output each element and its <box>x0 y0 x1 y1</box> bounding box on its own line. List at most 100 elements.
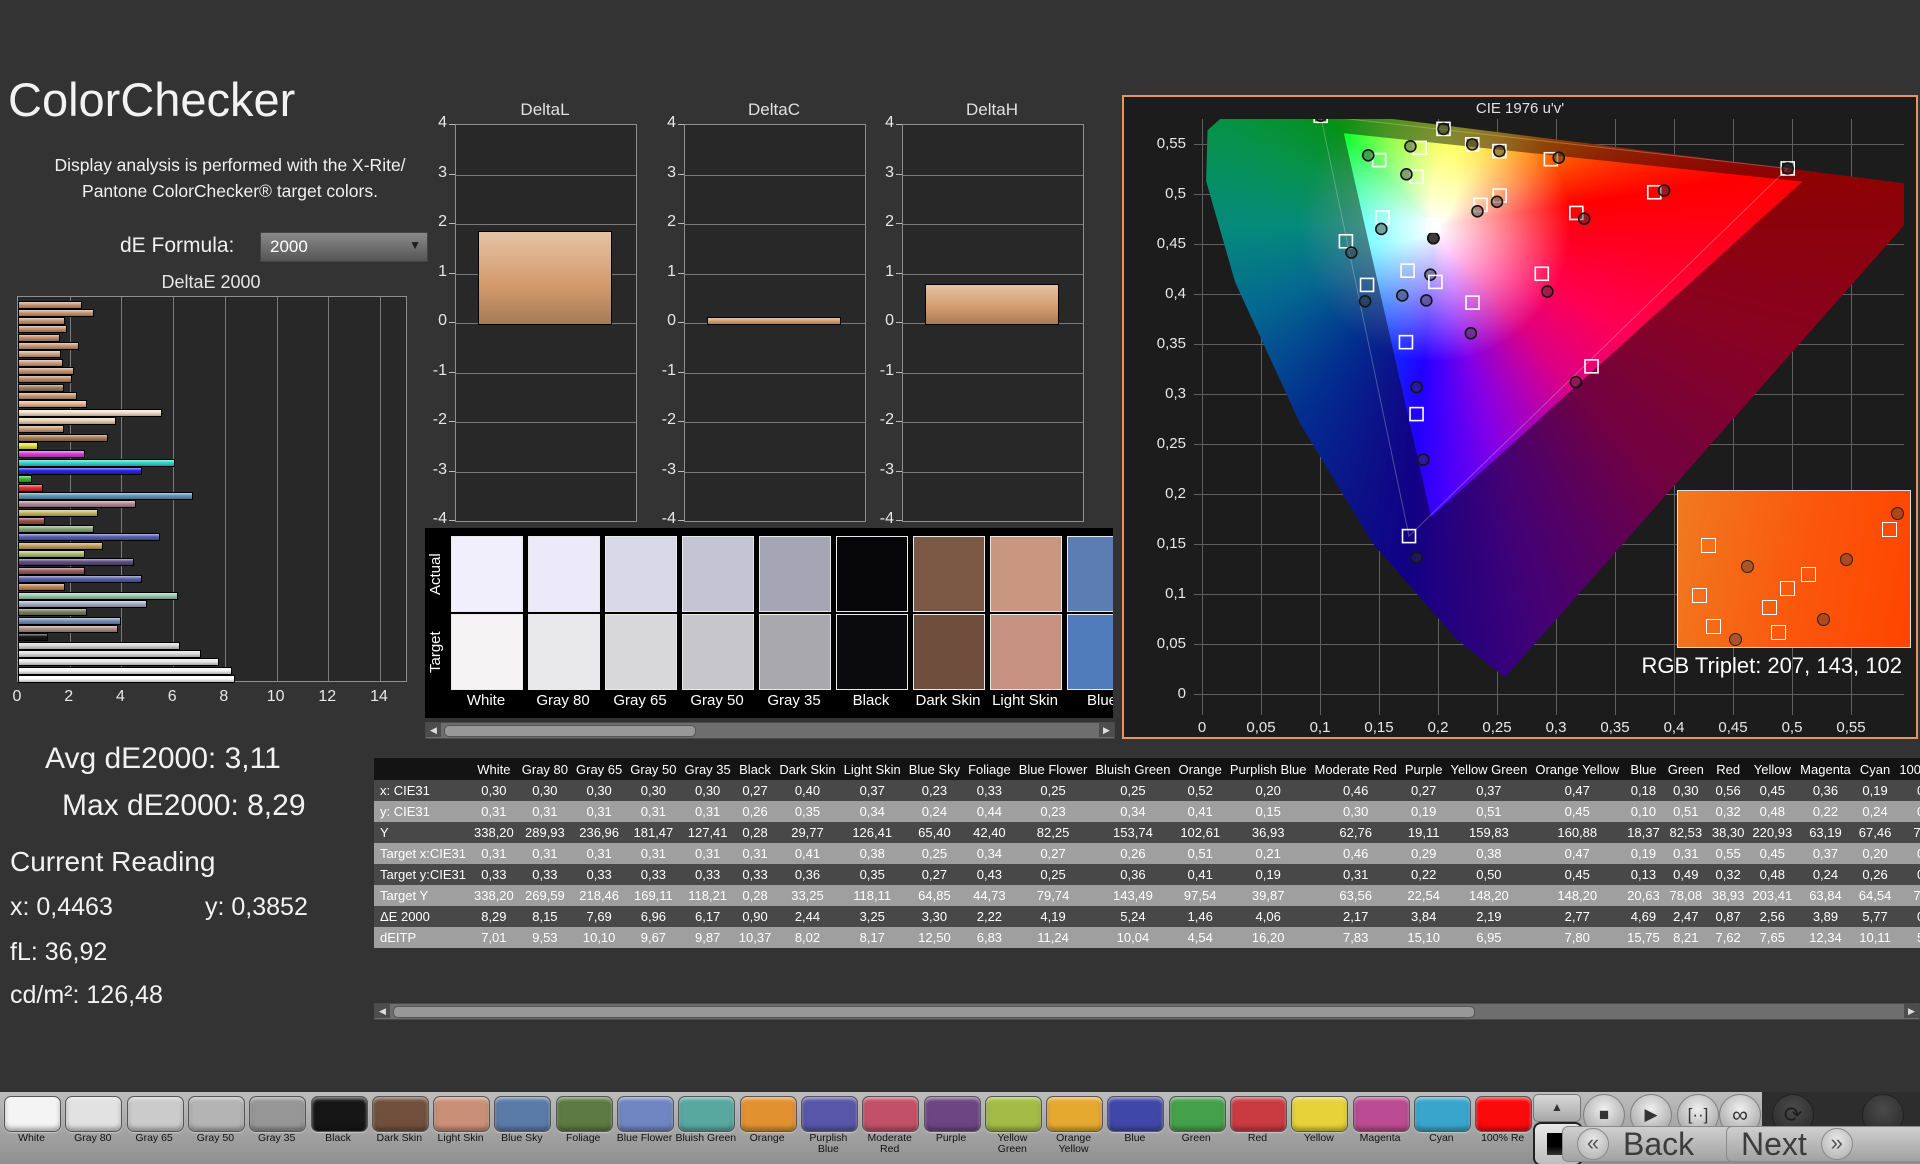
table-cell: 0,30 <box>694 783 721 798</box>
patch-button[interactable] <box>494 1096 552 1132</box>
de-chart-title: DeltaE 2000 <box>161 272 261 292</box>
patch-button[interactable] <box>555 1096 613 1132</box>
patch-button[interactable] <box>800 1096 858 1132</box>
patch-button[interactable] <box>617 1096 674 1132</box>
measured-marker <box>1465 138 1479 151</box>
de-x-tick: 12 <box>318 688 337 705</box>
cie-diagram: CIE 1976 u'v' 0 0,05 0,1 0,15 0,2 0,25 0,3 0,35… <box>1122 95 1918 739</box>
arrow-up-icon: ▲ <box>1551 1100 1563 1114</box>
de-bar <box>18 308 94 317</box>
table-cell: 18,37 <box>1627 825 1660 840</box>
cie-x-tick: 0,2 <box>1427 719 1449 736</box>
patch-button[interactable] <box>126 1096 184 1132</box>
inset-target-marker <box>1882 522 1898 538</box>
table-cell: 0,30 <box>481 783 507 798</box>
patch-button[interactable] <box>433 1096 491 1132</box>
de-bar <box>18 575 142 584</box>
target-swatch <box>605 614 677 690</box>
scroll-up-button[interactable]: ▲ <box>1533 1094 1581 1122</box>
delta-chart-plot <box>455 124 637 522</box>
delta-y-tick: -3 <box>661 460 676 478</box>
table-cell: 6,17 <box>694 909 721 924</box>
delta-gridline <box>456 422 636 423</box>
inset-measured-marker <box>1729 632 1743 646</box>
patch-button[interactable] <box>984 1096 1042 1132</box>
de-formula-dropdown[interactable]: 2000 ▼ <box>260 232 428 262</box>
table-cell: 10,04 <box>1116 930 1150 945</box>
next-button[interactable]: Next » <box>1726 1126 1920 1162</box>
de-bar <box>18 466 142 475</box>
table-scrollbar[interactable]: ◀ ▶ <box>374 1003 1920 1020</box>
table-cell: 10,11 <box>1859 930 1891 945</box>
delta-bar <box>707 317 841 325</box>
patch-button[interactable] <box>1413 1096 1471 1132</box>
delta-tick-mark <box>449 470 455 472</box>
scroll-right-icon[interactable]: ▶ <box>1099 723 1114 737</box>
patch-button[interactable] <box>1168 1096 1226 1132</box>
description-line2: Pantone ColorChecker® target colors. <box>82 181 378 201</box>
table-column-header: Purplish Blue <box>1225 758 1311 780</box>
delta-gridline <box>685 422 865 423</box>
patch-button[interactable] <box>310 1096 368 1132</box>
table-row: ΔE 2000 8,29 8,15 7,69 6,96 6,17 0,90 2,44 3,25 3… <box>374 906 1920 927</box>
de-formula-label: dE Formula: <box>120 234 235 257</box>
table-scrollbar-thumb[interactable] <box>393 1006 1475 1018</box>
patch-button[interactable] <box>187 1096 245 1132</box>
target-marker <box>1425 218 1441 233</box>
patch-button[interactable] <box>1291 1096 1349 1132</box>
cie-y-tick: 0,5 <box>1165 185 1186 202</box>
patch-button[interactable] <box>1230 1096 1287 1132</box>
delta-gridline <box>903 471 1083 473</box>
table-row-label: Target Y <box>380 888 429 903</box>
table-row: Target x:CIE31 0,31 0,31 0,31 0,31 0,31 0,31 0,… <box>374 843 1920 864</box>
table-cell: 0,31 <box>532 804 558 819</box>
patch-button[interactable] <box>371 1096 429 1132</box>
table-cell: 148,20 <box>1469 888 1509 903</box>
patch-button[interactable] <box>862 1096 920 1132</box>
patch-button[interactable] <box>1107 1096 1165 1132</box>
patch-button[interactable] <box>65 1096 123 1132</box>
table-cell: 0,51 <box>1673 804 1699 819</box>
patch-button[interactable] <box>249 1096 307 1132</box>
table-scroll-left-icon[interactable]: ◀ <box>375 1004 390 1018</box>
table-cell: 0,52 <box>1187 783 1213 798</box>
delta-gridline <box>456 471 636 473</box>
delta-tick-mark <box>449 173 455 175</box>
patch-button[interactable] <box>1046 1096 1104 1132</box>
delta-gridline <box>903 224 1083 225</box>
delta-y-tick: 2 <box>885 213 894 230</box>
patch-button[interactable] <box>1352 1096 1410 1132</box>
actual-swatch <box>682 536 754 612</box>
back-button[interactable]: « Back <box>1562 1126 1738 1162</box>
patch-button[interactable] <box>1475 1096 1533 1132</box>
table-cell: 0,36 <box>1812 783 1839 798</box>
de-bar <box>18 566 85 575</box>
cie-x-tick: 0,3 <box>1545 719 1567 736</box>
table-cell: 0,47 <box>1564 783 1590 798</box>
cie-x-tick: 0,35 <box>1600 719 1630 736</box>
inset-measured-marker <box>1817 612 1831 626</box>
cie-y-tick: 0,4 <box>1165 285 1186 302</box>
table-scroll-right-icon[interactable]: ▶ <box>1904 1004 1919 1018</box>
back-arrow-icon: « <box>1577 1128 1609 1160</box>
delta-chart-title: DeltaL <box>520 100 570 119</box>
table-cell: 6,83 <box>976 930 1003 945</box>
de-bar <box>18 375 72 384</box>
patch-button[interactable] <box>923 1096 981 1132</box>
delta-y-tick: 4 <box>438 114 447 131</box>
patch-button[interactable] <box>678 1096 736 1132</box>
current-reading-title: Current Reading <box>10 846 216 877</box>
scroll-left-icon[interactable]: ◀ <box>426 723 441 737</box>
delta-y-tick: 0 <box>667 312 676 329</box>
table-cell: 289,93 <box>525 825 565 840</box>
cie-y-tick: 0,35 <box>1156 335 1186 352</box>
table-column-header: Purple <box>1400 758 1447 780</box>
table-cell: 7,83 <box>1343 930 1369 945</box>
delta-tick-mark <box>678 371 684 373</box>
patch-button[interactable] <box>4 1096 61 1132</box>
patch-button[interactable] <box>739 1096 797 1132</box>
de-bar <box>18 633 49 642</box>
swatch-scrollbar[interactable]: ◀ ▶ <box>425 722 1115 739</box>
de-gridline <box>328 297 330 681</box>
swatch-scrollbar-thumb[interactable] <box>444 725 696 737</box>
